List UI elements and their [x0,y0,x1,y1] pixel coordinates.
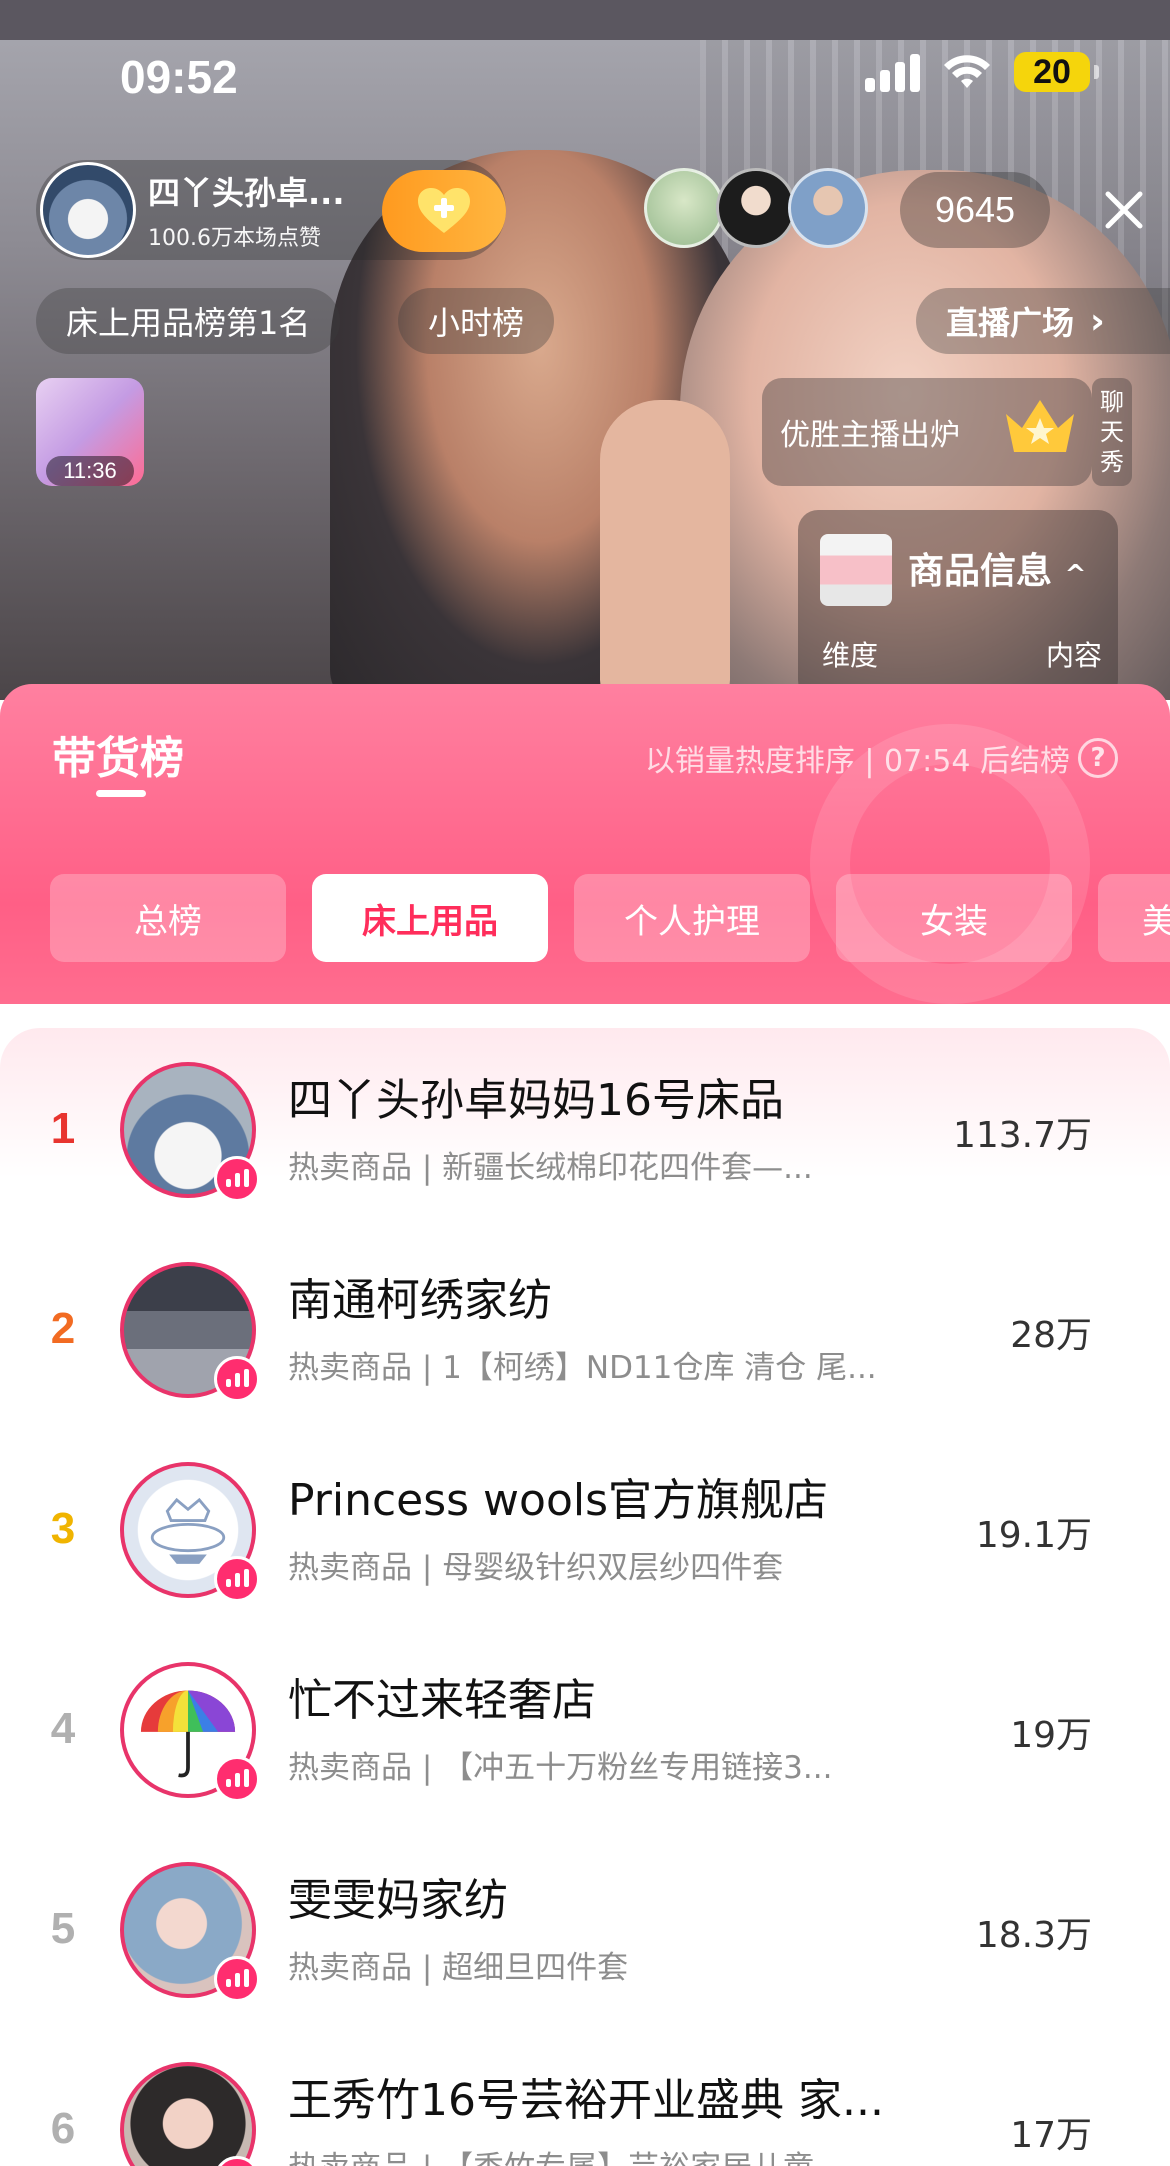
shop-name: 南通柯绣家纺 [288,1275,552,1326]
wifi-icon [942,52,992,92]
winner-banner-label: 优胜主播出炉 [780,418,960,453]
product-content-label: 内容 [1045,639,1102,672]
shop-avatar[interactable] [120,2062,256,2166]
host-avatar[interactable] [40,162,136,258]
signal-icon [865,52,920,92]
hot-product: 热卖商品 | 新疆长绒棉印花四件套—... [288,1150,813,1186]
ranking-row[interactable]: 2 南通柯绣家纺 热卖商品 | 1【柯绣】ND11仓库 清仓 尾... 28万 [0,1228,1170,1428]
ranking-list: 1 四丫头孙卓妈妈16号床品 热卖商品 | 新疆长绒棉印花四件套—... 113… [0,1028,1170,2166]
viewer-count[interactable]: 9645 [900,172,1050,248]
viewer-avatar[interactable] [716,168,796,248]
product-dimension-label: 维度 [822,639,879,672]
rank-number: 5 [50,1904,76,1953]
category-tabs: 总榜 床上用品 个人护理 女装 美 [50,874,1170,962]
sales-ranking-panel: 带货榜 以销量热度排序 | 07:54 后结榜 ? 总榜 床上用品 个人护理 女… [0,684,1170,2166]
product-info-label: 商品信息 [908,551,1053,592]
sales-value: 28万 [1010,1315,1092,1356]
ranking-row[interactable]: 5 雯雯妈家纺 热卖商品 | 超细旦四件套 18.3万 [0,1828,1170,2028]
product-info-title: 商品信息 ^ [908,542,1086,594]
video-ceiling [0,0,1170,40]
shop-name: Princess wools官方旗舰店 [288,1475,829,1526]
ranking-row[interactable]: 3 Princess wools官方旗舰店 热卖商品 | 母婴级针织双层纱四件套… [0,1428,1170,1628]
product-info-card[interactable]: 商品信息 ^ 维度 内容 [798,510,1118,700]
status-icons: 20 [865,52,1099,92]
panel-title[interactable]: 带货榜 [52,722,184,786]
rank-number: 6 [50,2104,76,2153]
ranking-row[interactable]: 6 王秀竹16号芸裕开业盛典 家... 热卖商品 | 【秀竹专属】芸裕家居儿童.… [0,2028,1170,2166]
live-indicator-icon [214,1556,260,1602]
shop-name: 王秀竹16号芸裕开业盛典 家... [288,2075,884,2126]
crown-icon [1006,400,1074,452]
status-time: 09:52 [120,51,238,103]
sales-value: 17万 [1010,2115,1092,2156]
viewer-avatars[interactable] [644,168,868,248]
host-likes: 100.6万本场点赞 [148,226,321,251]
tab-bedding[interactable]: 床上用品 [312,874,548,962]
live-indicator-icon [214,1356,260,1402]
tab-overall[interactable]: 总榜 [50,874,286,962]
viewer-avatar[interactable] [644,168,724,248]
host-name: 四丫头孙卓... [148,174,345,212]
sales-value: 18.3万 [975,1915,1092,1956]
product-thumbnail [820,534,892,606]
tab-womens-wear[interactable]: 女装 [836,874,1072,962]
chat-show-tab[interactable]: 聊 天 秀 [1092,378,1132,486]
tab-beauty[interactable]: 美 [1098,874,1170,962]
shop-name: 雯雯妈家纺 [288,1875,508,1926]
help-icon[interactable]: ? [1078,738,1118,778]
video-hands [600,400,730,700]
hot-product: 热卖商品 | 【冲五十万粉丝专用链接3... [288,1750,833,1786]
rank-number: 3 [50,1504,76,1553]
hot-product: 热卖商品 | 超细旦四件套 [288,1950,629,1986]
rank-number: 1 [50,1104,76,1153]
ranking-row[interactable]: 4 忙不过来轻奢店 热卖商品 | 【冲五十万粉丝专用链接3... 19万 [0,1628,1170,1828]
shop-name: 四丫头孙卓妈妈16号床品 [288,1075,784,1126]
tab-personal-care[interactable]: 个人护理 [574,874,810,962]
chat-show-char: 天 [1100,418,1124,446]
category-rank-chip[interactable]: 床上用品榜第1名 [36,288,341,354]
follow-button[interactable] [382,170,506,252]
close-icon[interactable] [1100,186,1148,234]
chat-show-char: 秀 [1100,448,1124,476]
live-indicator-icon [214,1156,260,1202]
hot-product: 热卖商品 | 母婴级针织双层纱四件套 [288,1550,784,1586]
sales-value: 19万 [1010,1715,1092,1756]
live-indicator-icon [214,1756,260,1802]
chevron-up-icon: ^ [1064,560,1087,590]
panel-subtitle: 以销量热度排序 | 07:54 后结榜 [644,744,1070,779]
battery-icon: 20 [1014,52,1099,92]
ranking-row[interactable]: 1 四丫头孙卓妈妈16号床品 热卖商品 | 新疆长绒棉印花四件套—... 113… [0,1028,1170,1228]
sales-value: 113.7万 [952,1115,1092,1156]
sales-value: 19.1万 [975,1515,1092,1556]
chat-show-char: 聊 [1100,388,1124,416]
hourly-rank-chip[interactable]: 小时榜 [398,288,555,354]
live-indicator-icon [214,1956,260,2002]
rank-number: 4 [50,1704,76,1753]
hot-product: 热卖商品 | 1【柯绣】ND11仓库 清仓 尾... [288,1350,877,1386]
gift-timer: 11:36 [46,456,134,486]
live-plaza-label: 直播广场 [946,304,1075,342]
hot-product: 热卖商品 | 【秀竹专属】芸裕家居儿童... [288,2142,928,2166]
chevron-right-icon: › [1090,300,1105,342]
host-text: 四丫头孙卓... 100.6万本场点赞 [148,168,344,252]
live-plaza-button[interactable]: 直播广场 › [916,288,1170,354]
heart-plus-icon [418,188,470,233]
rank-number: 2 [50,1304,76,1353]
shop-name: 忙不过来轻奢店 [288,1675,596,1726]
panel-title-underline [96,790,146,797]
viewer-avatar[interactable] [788,168,868,248]
